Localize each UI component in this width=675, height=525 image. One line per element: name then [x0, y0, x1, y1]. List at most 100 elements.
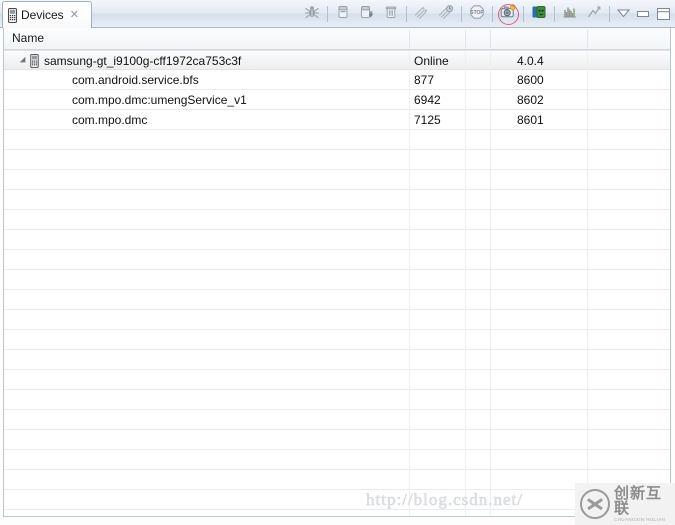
device-name: samsung-gt_i9100g-cff1972ca753c3f: [44, 54, 242, 68]
table-row-empty[interactable]: [4, 130, 670, 150]
tab-label: Devices: [21, 8, 64, 22]
table-row-empty[interactable]: [4, 170, 670, 190]
view-menu-button[interactable]: [613, 4, 633, 24]
phone-icon: [8, 7, 17, 23]
table-row-empty[interactable]: [4, 270, 670, 290]
table-row-empty[interactable]: [4, 250, 670, 270]
reset-adb-icon: [586, 4, 602, 23]
column-header-col-d[interactable]: [588, 28, 670, 49]
trash-icon: [383, 4, 399, 23]
toolbar: STOP: [300, 0, 673, 27]
logo-text-en: CHUANGXIN HULIAN: [614, 516, 666, 522]
stop-icon: STOP: [469, 4, 485, 23]
table-row-empty[interactable]: [4, 350, 670, 370]
table-row-empty[interactable]: [4, 210, 670, 230]
column-divider-4[interactable]: [587, 30, 588, 48]
device-icon: [30, 54, 44, 68]
table-row-empty[interactable]: [4, 190, 670, 210]
toolbar-separator-3: [461, 5, 462, 22]
table-row-empty[interactable]: [4, 410, 670, 430]
debug-process-button[interactable]: [300, 2, 324, 26]
cell-col-c: 8602: [517, 93, 544, 107]
column-divider-3[interactable]: [490, 30, 491, 48]
toolbar-separator-5: [523, 5, 524, 22]
update-threads-button[interactable]: [410, 2, 434, 26]
grid-divider-1: [409, 50, 410, 516]
table-row[interactable]: com.android.service.bfs 877 8600: [4, 70, 670, 90]
svg-text:STOP: STOP: [470, 10, 484, 16]
stop-process-button[interactable]: STOP: [465, 2, 489, 26]
grid-divider-3: [490, 50, 491, 516]
column-divider-1[interactable]: [409, 30, 410, 48]
table-row[interactable]: com.mpo.dmc:umengService_v1 6942 8602: [4, 90, 670, 110]
expand-twisty-icon[interactable]: [19, 56, 29, 66]
screen-capture-button[interactable]: [496, 2, 520, 26]
cell-col-b: [469, 110, 489, 130]
table-row[interactable]: com.mpo.dmc 7125 8601: [4, 110, 670, 130]
reset-adb-button[interactable]: [582, 2, 606, 26]
logo-text-cn: 创新互联: [614, 484, 663, 517]
capture-opengl-button[interactable]: [558, 2, 582, 26]
table-row-empty[interactable]: [4, 450, 670, 470]
camera-icon: [500, 4, 516, 23]
bug-icon: [304, 4, 320, 23]
cell-col-c: 4.0.4: [517, 54, 544, 68]
table-row-empty[interactable]: [4, 490, 670, 510]
process-name: com.android.service.bfs: [72, 73, 199, 87]
cell-col-b: [469, 90, 489, 110]
table-row[interactable]: samsung-gt_i9100g-cff1972ca753c3f Online 4…: [4, 50, 670, 70]
column-divider-2[interactable]: [465, 30, 466, 48]
dump-view-hierarchy-button[interactable]: [527, 2, 551, 26]
close-icon[interactable]: ✕: [70, 9, 79, 21]
toolbar-separator-4: [492, 5, 493, 22]
process-name: com.mpo.dmc: [72, 113, 148, 127]
grid-divider-2: [465, 50, 466, 516]
start-method-profiling-button[interactable]: [434, 2, 458, 26]
ddms-devices-view: Devices ✕ STOP Name samsung-gt_i9100g-cf…: [0, 0, 675, 525]
cell-col-a: 877: [414, 73, 435, 87]
toolbar-separator-7: [609, 5, 610, 22]
table-row-empty[interactable]: [4, 330, 670, 350]
view-hierarchy-icon: [531, 4, 547, 23]
column-header-name[interactable]: Name: [4, 28, 409, 49]
column-header-col-c[interactable]: [491, 28, 587, 49]
top-bar: Devices ✕ STOP: [0, 0, 675, 28]
minimize-button[interactable]: [633, 4, 653, 24]
cell-col-c: 8601: [517, 113, 544, 127]
table-row-empty[interactable]: [4, 290, 670, 310]
cell-col-c: 8600: [517, 73, 544, 87]
cell-col-a: 7125: [414, 113, 441, 127]
column-header-col-b[interactable]: [466, 28, 490, 49]
column-header-col-a[interactable]: [410, 28, 465, 49]
table-row-empty[interactable]: [4, 310, 670, 330]
table-row-empty[interactable]: [4, 370, 670, 390]
cell-col-a: Online: [414, 54, 449, 68]
circled-x-icon: [580, 489, 610, 519]
devices-table: Name samsung-gt_i9100g-cff1972ca753c3f On…: [3, 28, 671, 517]
cell-col-d: [594, 51, 670, 71]
toolbar-separator-2: [406, 5, 407, 22]
grid-divider-4: [587, 50, 588, 516]
cell-col-d: [594, 90, 670, 110]
table-row-empty[interactable]: [4, 470, 670, 490]
cell-col-d: [594, 70, 670, 90]
table-header-row: Name: [4, 28, 670, 50]
cause-gc-button[interactable]: [379, 2, 403, 26]
hprof-icon: [359, 4, 375, 23]
maximize-button[interactable]: [653, 4, 673, 24]
update-heap-button[interactable]: [331, 2, 355, 26]
table-row-empty[interactable]: [4, 430, 670, 450]
threads-icon: [414, 4, 430, 23]
method-profiling-icon: [438, 4, 454, 23]
opengl-trace-icon: [562, 4, 578, 23]
table-row-empty[interactable]: [4, 230, 670, 250]
toolbar-separator-1: [327, 5, 328, 22]
cell-col-a: 6942: [414, 93, 441, 107]
toolbar-separator-6: [554, 5, 555, 22]
tab-devices[interactable]: Devices ✕: [2, 1, 92, 28]
table-row-empty[interactable]: [4, 390, 670, 410]
table-body: samsung-gt_i9100g-cff1972ca753c3f Online 4…: [4, 50, 670, 510]
dump-hprof-button[interactable]: [355, 2, 379, 26]
table-row-empty[interactable]: [4, 150, 670, 170]
cell-col-b: [469, 51, 489, 71]
